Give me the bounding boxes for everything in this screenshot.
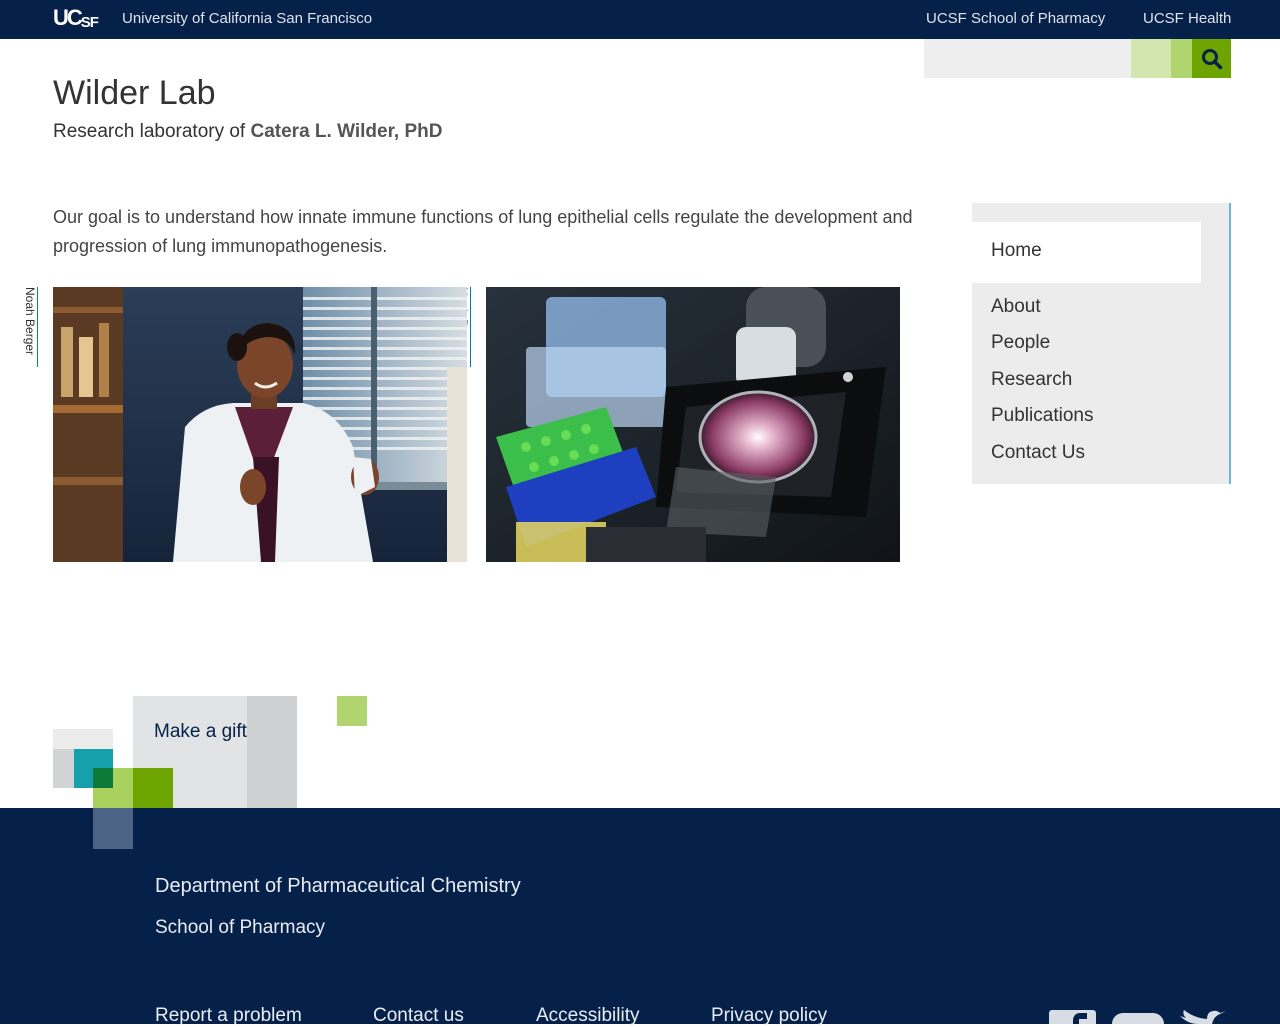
gift-tile: [53, 749, 74, 788]
footer: [0, 808, 1280, 1024]
page-title: Wilder Lab: [53, 74, 216, 112]
logo-text-small: SF: [80, 14, 99, 31]
footer-department-link[interactable]: Department of Pharmaceutical Chemistry: [155, 874, 521, 898]
photo-credit: Noah Berger: [23, 287, 38, 367]
intro-text: Our goal is to understand how innate imm…: [53, 207, 913, 256]
page-subtitle: Research laboratory of Catera L. Wilder,…: [53, 121, 443, 143]
nav-item-research[interactable]: Research: [991, 369, 1072, 391]
nav-item-home[interactable]: Home: [972, 222, 1201, 283]
nav-item-people[interactable]: People: [991, 332, 1050, 354]
gift-tile: [93, 768, 113, 788]
scientist-photo: [53, 287, 467, 562]
subtitle-prefix: Research laboratory of: [53, 121, 251, 142]
youtube-icon[interactable]: [1112, 1013, 1164, 1024]
university-name-link[interactable]: University of California San Francisco: [122, 10, 372, 28]
gift-tile: [93, 808, 133, 849]
nav-item-about[interactable]: About: [991, 296, 1041, 318]
facebook-icon[interactable]: [1049, 1010, 1096, 1024]
nav-item-contact-us[interactable]: Contact Us: [991, 442, 1085, 464]
gift-tile: [133, 768, 173, 808]
ucsf-logo[interactable]: UCSF: [53, 5, 99, 31]
logo-text: UC: [53, 5, 83, 30]
gift-tile: [247, 696, 297, 808]
gift-tile: [337, 696, 367, 726]
microscope-illustration: [486, 287, 900, 562]
photo-credit-text: Noah Berger: [23, 287, 37, 356]
search-input[interactable]: [924, 39, 1131, 78]
nav-item-label: Home: [991, 240, 1042, 261]
nav-item-publications[interactable]: Publications: [991, 405, 1093, 427]
search-button[interactable]: [1192, 39, 1231, 78]
microscope-photo: [486, 287, 900, 562]
ucsf-health-link[interactable]: UCSF Health: [1143, 10, 1231, 28]
search-icon: [1201, 48, 1222, 69]
search-decoration: [1171, 39, 1192, 78]
footer-school-link[interactable]: School of Pharmacy: [155, 917, 325, 939]
sidebar-nav: Home About People Research Publications …: [972, 203, 1231, 484]
gift-tile: [53, 729, 113, 749]
twitter-icon[interactable]: [1180, 1010, 1226, 1024]
school-of-pharmacy-link[interactable]: UCSF School of Pharmacy: [926, 10, 1105, 28]
make-a-gift-link[interactable]: Make a gift: [154, 721, 247, 743]
scientist-illustration: [53, 287, 467, 562]
search-decoration: [1131, 39, 1171, 78]
pi-name: Catera L. Wilder, PhD: [250, 121, 443, 142]
